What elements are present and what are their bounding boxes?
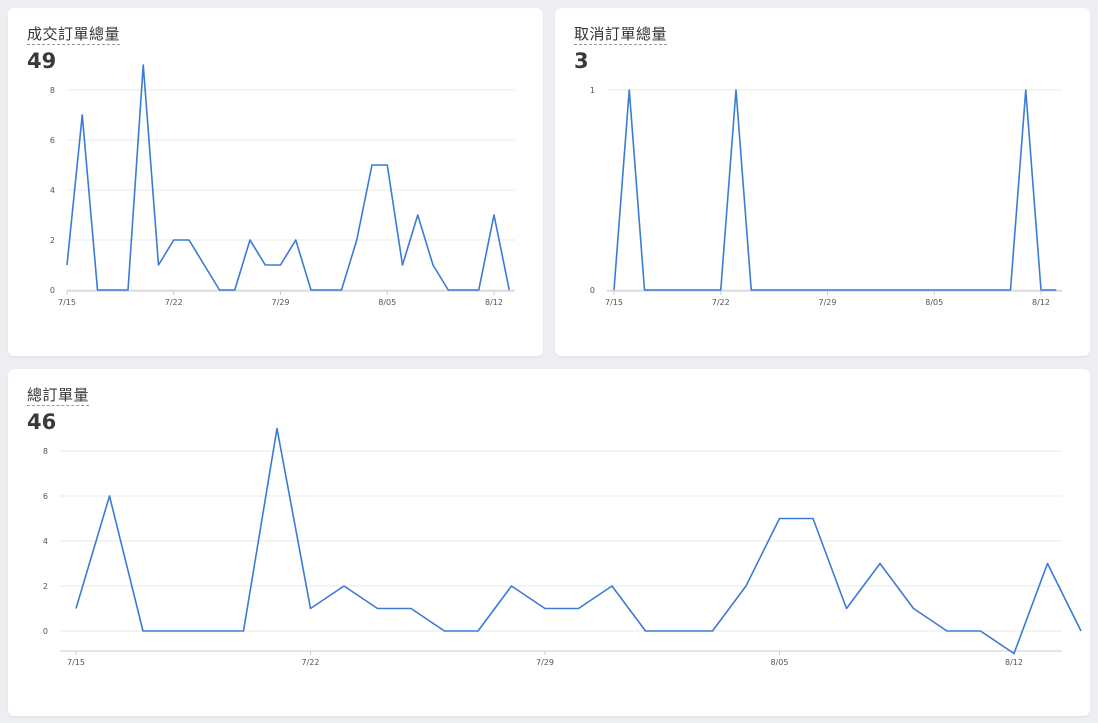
series-line[interactable] — [66, 64, 511, 291]
card-completed-orders: 成交訂單總量 49 0 2 4 6 8 7/15 7/22 7/29 8/05 8/12 — [8, 8, 543, 356]
x-tick-label: 8/05 — [925, 298, 943, 307]
x-tick-label: 7/15 — [67, 658, 85, 667]
line-chart: 0 2 4 6 8 7/15 7/22 7/29 8/05 8/12 — [50, 64, 515, 307]
x-tick-label: 7/29 — [819, 298, 837, 307]
y-tick-label: 0 — [43, 627, 48, 636]
x-tick-label: 8/05 — [378, 298, 396, 307]
x-tick-label: 8/12 — [1005, 658, 1023, 667]
x-tick-label: 8/05 — [771, 658, 789, 667]
card-total-orders: 總訂單量 46 0 2 4 6 8 7/15 7/22 7/29 8/05 8/12 — [8, 369, 1090, 716]
x-tick-label: 7/22 — [302, 658, 320, 667]
y-tick-label: 6 — [43, 492, 48, 501]
y-tick-label: 8 — [50, 86, 55, 95]
y-tick-label: 4 — [43, 537, 48, 546]
y-tick-label: 0 — [50, 286, 55, 295]
x-tick-label: 7/15 — [605, 298, 623, 307]
y-tick-label: 8 — [43, 447, 48, 456]
x-tick-label: 7/22 — [165, 298, 183, 307]
y-tick-label: 2 — [43, 582, 48, 591]
line-chart: 0 1 7/15 7/22 7/29 8/05 8/12 — [590, 86, 1062, 307]
x-tick-label: 7/22 — [712, 298, 730, 307]
series-line[interactable] — [613, 89, 1057, 291]
line-chart: 0 2 4 6 8 7/15 7/22 7/29 8/05 8/12 — [43, 427, 1082, 667]
x-tick-label: 8/12 — [1032, 298, 1050, 307]
y-tick-label: 4 — [50, 186, 55, 195]
card-cancelled-orders: 取消訂單總量 3 0 1 7/15 7/22 7/29 8/05 8/12 — [555, 8, 1090, 356]
y-tick-label: 1 — [590, 86, 595, 95]
x-tick-label: 7/29 — [272, 298, 290, 307]
x-tick-label: 7/15 — [58, 298, 76, 307]
x-tick-label: 7/29 — [536, 658, 554, 667]
y-tick-label: 2 — [50, 236, 55, 245]
y-tick-label: 0 — [590, 286, 595, 295]
y-tick-label: 6 — [50, 136, 55, 145]
x-tick-label: 8/12 — [485, 298, 503, 307]
